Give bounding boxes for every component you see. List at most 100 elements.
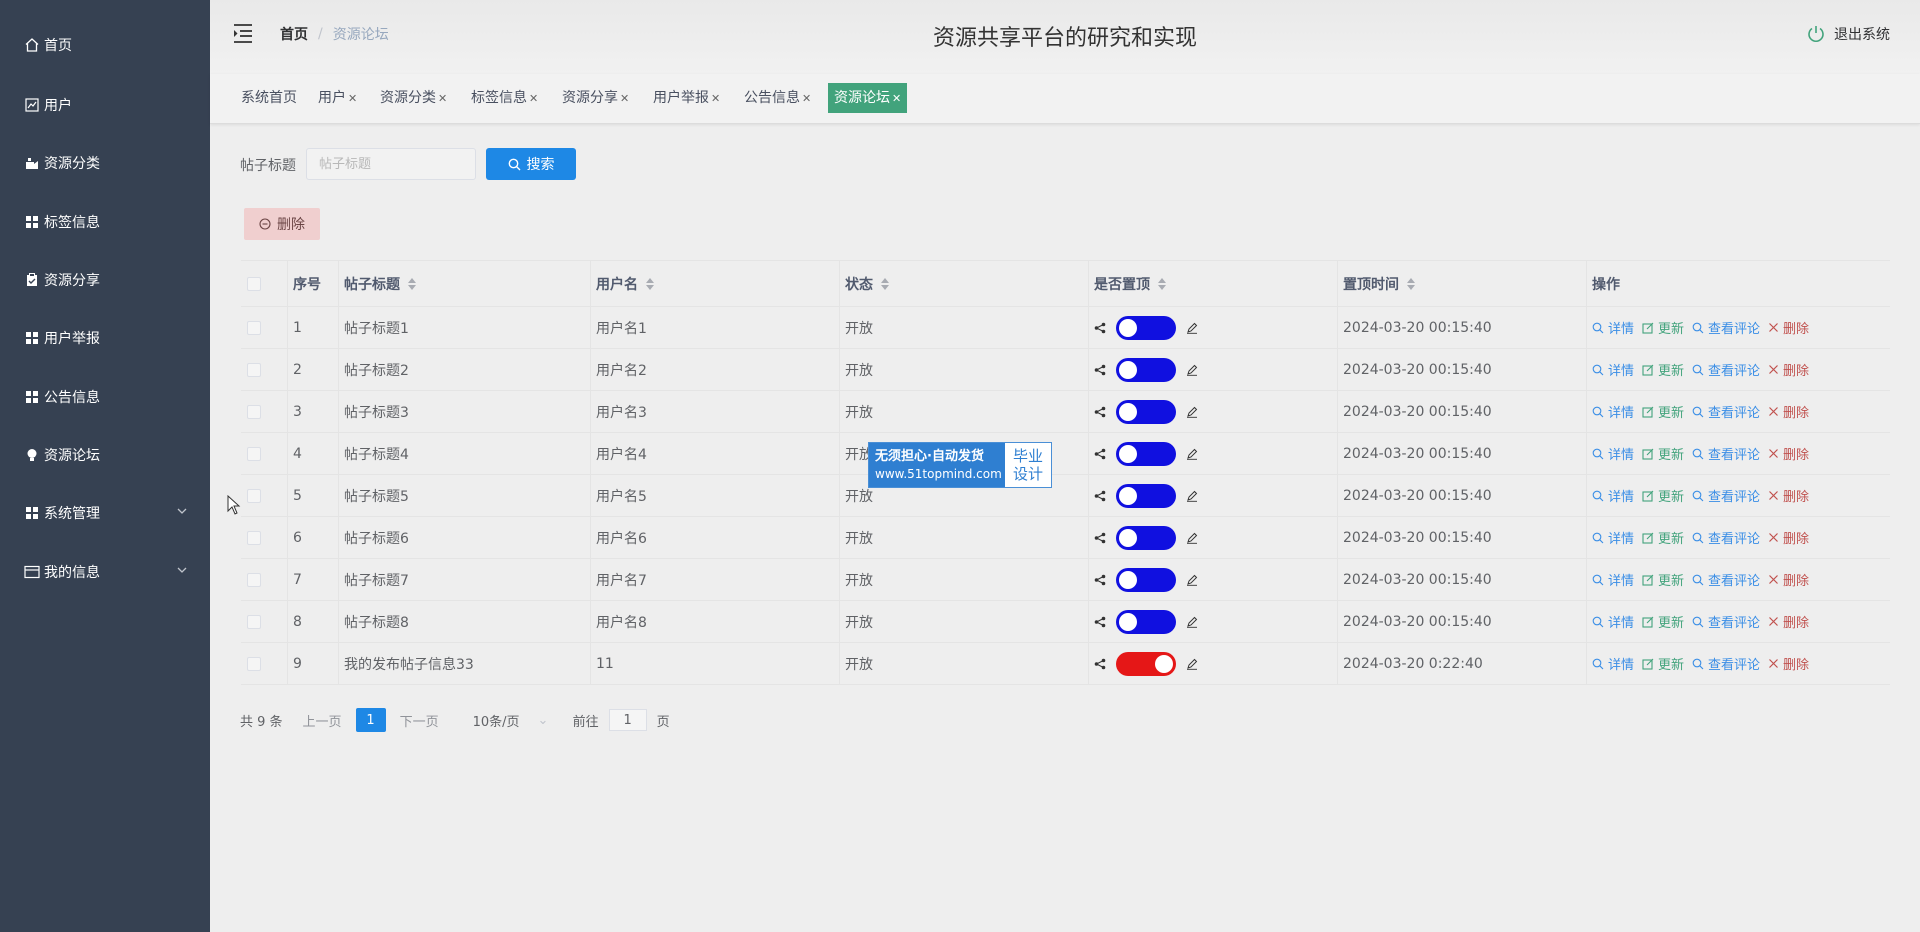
share-icon[interactable] [1094,322,1106,334]
page-size-select[interactable]: 10条/页 ⌄ [473,711,553,730]
sidebar-item-7[interactable]: 公告信息 [0,377,210,417]
next-page-button[interactable]: 下一页 [400,711,439,730]
row-checkbox[interactable] [247,362,261,377]
close-icon[interactable]: ✕ [711,92,720,105]
column-header[interactable]: 帖子标题 [338,261,590,306]
pin-toggle[interactable] [1116,483,1176,508]
column-header[interactable]: 状态 [839,261,1088,306]
pin-toggle[interactable] [1116,357,1176,382]
view-comments-button[interactable]: 查看评论 [1692,444,1760,463]
logout-button[interactable]: 退出系统 [1806,24,1890,44]
detail-button[interactable]: 详情 [1592,654,1634,673]
delete-button[interactable]: 删除 [1768,570,1809,589]
sort-icon[interactable] [408,277,416,291]
sidebar-item-6[interactable]: 用户举报 [0,318,210,358]
edit-pen-icon[interactable] [1186,658,1198,670]
view-comments-button[interactable]: 查看评论 [1692,402,1760,421]
update-button[interactable]: 更新 [1642,360,1684,379]
delete-button[interactable]: 删除 [1768,654,1809,673]
column-header[interactable]: 是否置顶 [1088,261,1337,306]
view-comments-button[interactable]: 查看评论 [1692,360,1760,379]
delete-button[interactable]: 删除 [1768,528,1809,547]
delete-button[interactable]: 删除 [1768,360,1809,379]
update-button[interactable]: 更新 [1642,570,1684,589]
detail-button[interactable]: 详情 [1592,444,1634,463]
view-comments-button[interactable]: 查看评论 [1692,570,1760,589]
delete-button[interactable]: 删除 [1768,444,1809,463]
page-number-button[interactable]: 1 [355,708,386,732]
share-icon[interactable] [1094,448,1106,460]
column-header[interactable]: 置顶时间 [1337,261,1586,306]
search-input[interactable] [306,148,476,180]
view-comments-button[interactable]: 查看评论 [1692,318,1760,337]
row-checkbox[interactable] [247,488,261,503]
tab-8[interactable]: 资源论坛 ✕ [828,83,908,113]
delete-button[interactable]: 删除 [1768,402,1809,421]
view-comments-button[interactable]: 查看评论 [1692,528,1760,547]
sidebar-item-5[interactable]: 资源分享 [0,260,210,300]
prev-page-button[interactable]: 上一页 [303,711,342,730]
update-button[interactable]: 更新 [1642,486,1684,505]
close-icon[interactable]: ✕ [529,92,538,105]
tab-5[interactable]: 资源分享 ✕ [558,83,633,113]
pin-toggle[interactable] [1116,567,1176,592]
close-icon[interactable]: ✕ [438,92,447,105]
edit-pen-icon[interactable] [1186,364,1198,376]
pin-toggle[interactable] [1116,441,1176,466]
tab-3[interactable]: 资源分类 ✕ [376,83,451,113]
detail-button[interactable]: 详情 [1592,360,1634,379]
detail-button[interactable]: 详情 [1592,528,1634,547]
sidebar-item-3[interactable]: 资源分类 [0,143,210,183]
tab-2[interactable]: 用户 ✕ [314,83,361,113]
row-checkbox[interactable] [247,614,261,629]
share-icon[interactable] [1094,574,1106,586]
view-comments-button[interactable]: 查看评论 [1692,654,1760,673]
pin-toggle[interactable] [1116,315,1176,340]
search-button[interactable]: 搜索 [486,148,576,180]
pin-toggle[interactable] [1116,525,1176,550]
update-button[interactable]: 更新 [1642,444,1684,463]
edit-pen-icon[interactable] [1186,322,1198,334]
row-checkbox[interactable] [247,404,261,419]
edit-pen-icon[interactable] [1186,532,1198,544]
share-icon[interactable] [1094,616,1106,628]
sidebar-item-2[interactable]: 用户 [0,85,210,125]
sidebar-item-8[interactable]: 资源论坛 [0,435,210,475]
close-icon[interactable]: ✕ [892,92,901,105]
pin-toggle[interactable] [1116,651,1176,676]
sidebar-item-10[interactable]: 我的信息 [0,552,210,592]
row-checkbox[interactable] [247,530,261,545]
view-comments-button[interactable]: 查看评论 [1692,486,1760,505]
update-button[interactable]: 更新 [1642,402,1684,421]
close-icon[interactable]: ✕ [620,92,629,105]
update-button[interactable]: 更新 [1642,528,1684,547]
share-icon[interactable] [1094,406,1106,418]
tab-4[interactable]: 标签信息 ✕ [467,83,542,113]
delete-button[interactable]: 删除 [1768,612,1809,631]
select-all-checkbox[interactable] [247,276,261,291]
edit-pen-icon[interactable] [1186,406,1198,418]
goto-page-input[interactable] [608,709,647,731]
row-checkbox[interactable] [247,572,261,587]
tab-7[interactable]: 公告信息 ✕ [740,83,815,113]
edit-pen-icon[interactable] [1186,574,1198,586]
close-icon[interactable]: ✕ [348,92,357,105]
share-icon[interactable] [1094,658,1106,670]
tab-1[interactable]: 系统首页 [237,83,301,113]
delete-button[interactable]: 删除 [1768,318,1809,337]
delete-button[interactable]: 删除 [1768,486,1809,505]
pin-toggle[interactable] [1116,609,1176,634]
close-icon[interactable]: ✕ [802,92,811,105]
share-icon[interactable] [1094,490,1106,502]
detail-button[interactable]: 详情 [1592,318,1634,337]
row-checkbox[interactable] [247,656,261,671]
sort-icon[interactable] [646,277,654,291]
share-icon[interactable] [1094,364,1106,376]
detail-button[interactable]: 详情 [1592,402,1634,421]
view-comments-button[interactable]: 查看评论 [1692,612,1760,631]
pin-toggle[interactable] [1116,399,1176,424]
tab-6[interactable]: 用户举报 ✕ [649,83,724,113]
share-icon[interactable] [1094,532,1106,544]
sidebar-item-1[interactable]: 首页 [0,25,210,65]
update-button[interactable]: 更新 [1642,318,1684,337]
